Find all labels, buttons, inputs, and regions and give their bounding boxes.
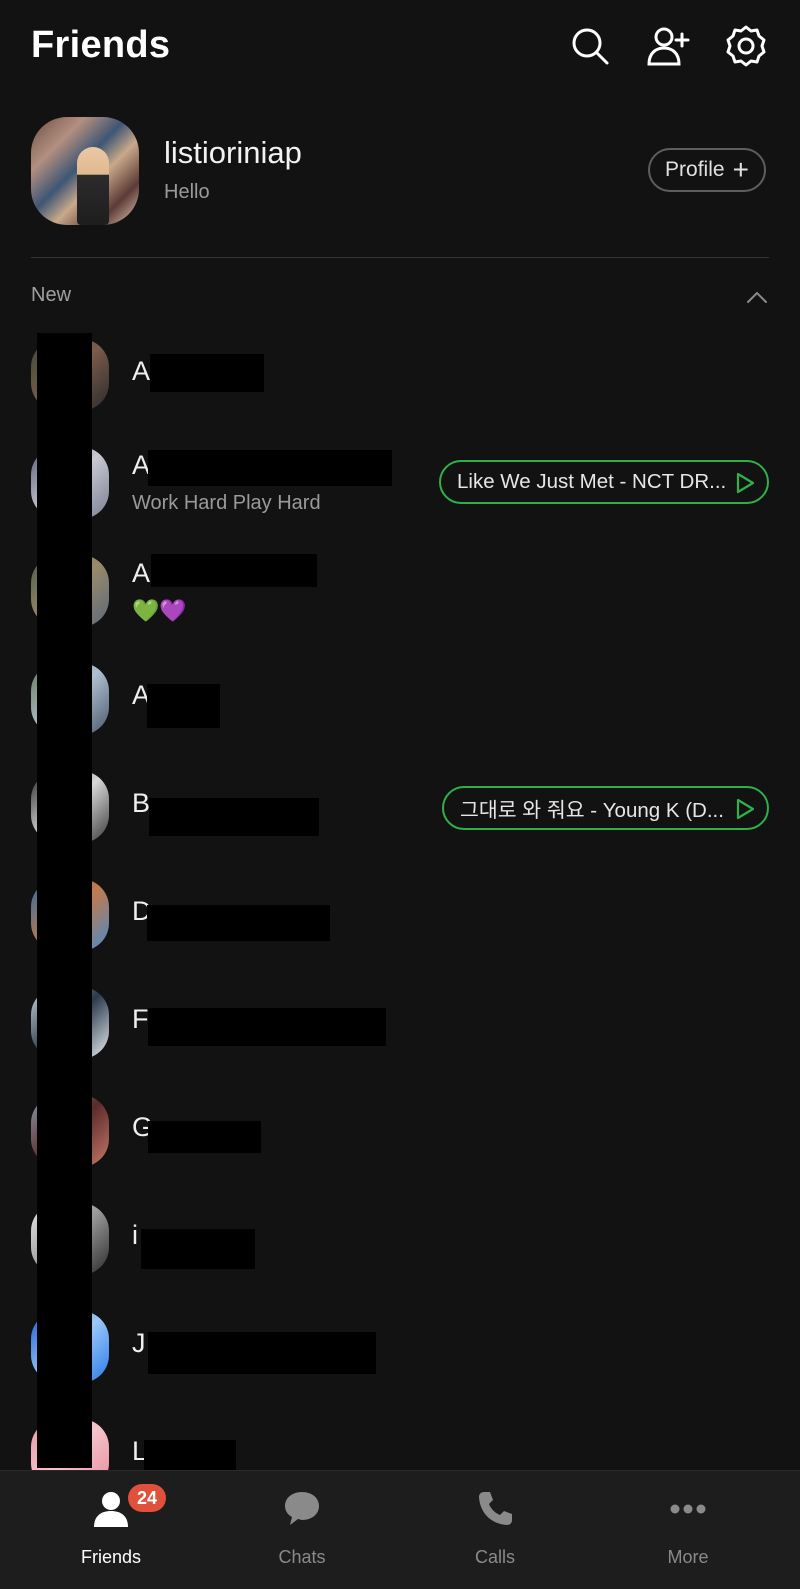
header: Friends — [0, 0, 800, 100]
play-icon — [736, 798, 755, 820]
friend-name: J — [132, 1328, 146, 1358]
tab-calls[interactable]: Calls — [395, 1471, 595, 1589]
profile-button-label: Profile — [665, 158, 725, 181]
tab-label: More — [667, 1547, 709, 1567]
friend-row[interactable]: A Work Hard Play Hard Like We Just Met -… — [0, 428, 800, 536]
play-icon — [736, 472, 755, 494]
my-status-message: Hello — [164, 181, 210, 203]
music-title: 그대로 와 줘요 - Young K (D... — [460, 799, 724, 822]
settings-icon[interactable] — [722, 22, 770, 70]
friend-row[interactable]: J — [0, 1292, 800, 1400]
friend-name: B — [132, 788, 151, 818]
friend-name: A — [132, 558, 151, 588]
friend-name: i — [132, 1220, 138, 1250]
friend-name: F — [132, 1004, 149, 1034]
music-pill[interactable]: 그대로 와 줘요 - Young K (D... — [442, 786, 769, 830]
chevron-up-icon[interactable] — [744, 284, 770, 310]
friend-name: A — [132, 356, 151, 386]
search-icon[interactable] — [566, 22, 614, 70]
more-dots-icon — [670, 1504, 706, 1514]
profile-button[interactable]: Profile + — [648, 148, 766, 192]
friend-status: Work Hard Play Hard — [132, 492, 321, 514]
tab-chats[interactable]: Chats — [202, 1471, 402, 1589]
my-profile[interactable]: listioriniap Hello Profile + — [0, 115, 800, 227]
friend-row[interactable]: A 💚💜 — [0, 536, 800, 644]
chat-bubble-icon — [285, 1492, 319, 1525]
friend-row[interactable]: G — [0, 1076, 800, 1184]
tab-label: Friends — [80, 1547, 142, 1567]
friend-row[interactable]: F — [0, 968, 800, 1076]
tab-friends[interactable]: 24 Friends — [11, 1471, 211, 1589]
section-new[interactable]: New — [0, 280, 800, 314]
phone-icon — [479, 1492, 512, 1525]
friend-row[interactable]: i — [0, 1184, 800, 1292]
friend-row[interactable]: A — [0, 320, 800, 428]
divider — [31, 257, 769, 258]
plus-icon: + — [732, 154, 749, 185]
redaction-bar — [37, 333, 92, 1468]
friend-row[interactable]: A — [0, 644, 800, 752]
bottom-tab-bar: 24 Friends Chats Calls More — [0, 1470, 800, 1589]
my-name: listioriniap — [164, 135, 302, 170]
person-icon — [94, 1492, 128, 1527]
friend-status: 💚💜 — [132, 598, 187, 623]
friend-row[interactable]: D — [0, 860, 800, 968]
section-label: New — [31, 284, 72, 306]
music-title: Like We Just Met - NCT DR... — [457, 470, 727, 493]
tab-more[interactable]: More — [588, 1471, 788, 1589]
my-avatar[interactable] — [31, 117, 139, 225]
friend-row[interactable]: B 그대로 와 줘요 - Young K (D... — [0, 752, 800, 860]
add-friend-icon[interactable] — [644, 22, 692, 70]
page-title: Friends — [31, 24, 171, 66]
notification-badge: 24 — [128, 1484, 166, 1512]
tab-label: Chats — [278, 1547, 326, 1567]
music-pill[interactable]: Like We Just Met - NCT DR... — [439, 460, 769, 504]
tab-label: Calls — [474, 1547, 515, 1567]
